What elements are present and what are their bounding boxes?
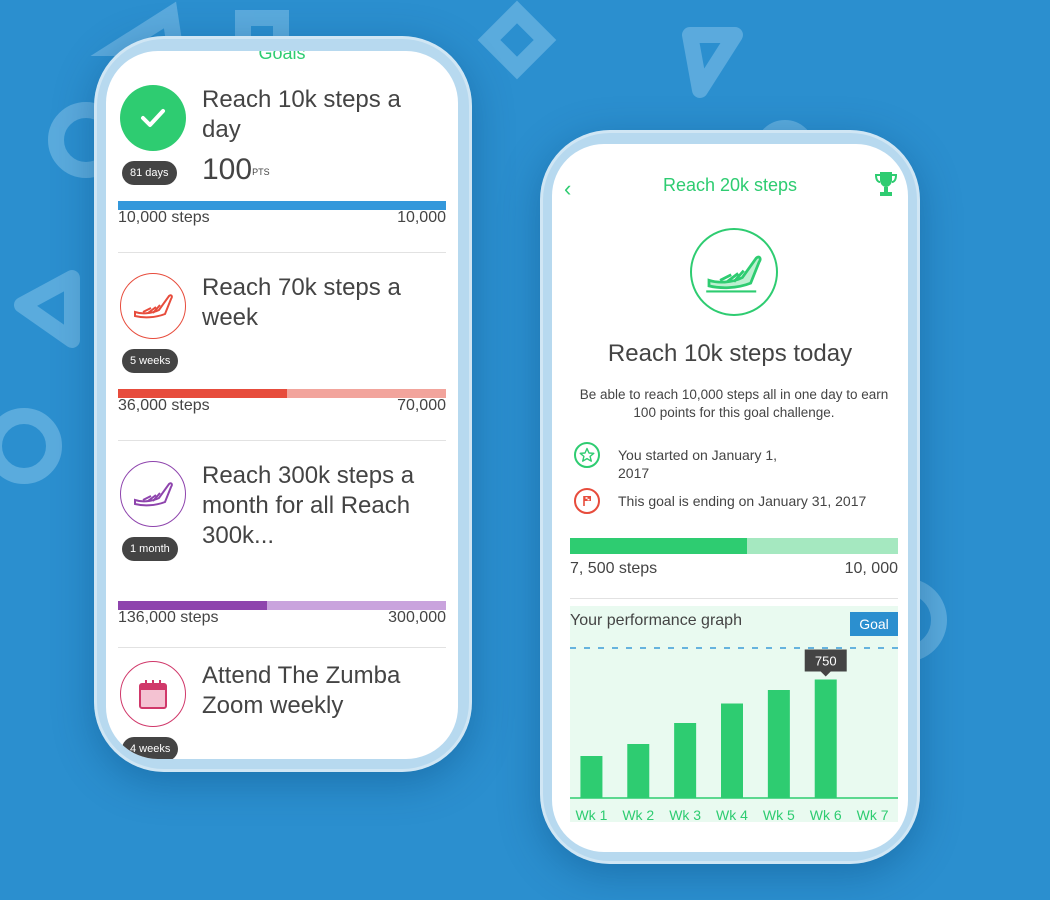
x-tick-label: Wk 3 — [669, 807, 701, 822]
tooltip-label: 750 — [815, 654, 837, 669]
performance-chart: Wk 1 Wk 2 Wk 3 Wk 4 Wk 5 Wk 6 750 Wk 7 — [570, 647, 898, 822]
divider — [118, 252, 446, 253]
progress-target: 70,000 — [397, 397, 446, 414]
chart-bar[interactable] — [580, 756, 603, 798]
x-tick-label: Wk 2 — [622, 807, 654, 822]
chart-bar[interactable] — [814, 679, 837, 799]
left-phone: Goals Reach 10k steps a day 81 days 100P… — [94, 36, 472, 772]
goal-points: 100PTS — [202, 155, 270, 185]
performance-graph: Wk 1 Wk 2 Wk 3 Wk 4 Wk 5 Wk 6 750 Wk 7 Your per… — [570, 606, 898, 822]
points-value: 100 — [202, 153, 253, 186]
right-phone: ‹ Reach 20k steps Reach 10k steps today … — [540, 130, 920, 864]
sneaker-icon — [120, 273, 186, 339]
duration-badge: 81 days — [122, 161, 177, 185]
progress-fill — [570, 538, 748, 554]
points-unit: PTS — [252, 167, 270, 177]
progress-current: 136,000 steps — [118, 609, 219, 626]
divider — [118, 647, 446, 648]
steps-progress-bar — [570, 538, 898, 554]
progress-labels: 10,000 steps 10,000 — [118, 209, 446, 227]
goal-detail-screen: ‹ Reach 20k steps Reach 10k steps today … — [552, 144, 908, 852]
duration-badge: 5 weeks — [122, 349, 179, 373]
divider — [570, 598, 898, 599]
chart-bar[interactable] — [674, 723, 697, 798]
duration-badge: 1 month — [122, 537, 178, 561]
progress-current: 7, 500 steps — [570, 560, 658, 577]
chart-bar[interactable] — [627, 744, 650, 798]
nav-title: Reach 20k steps — [662, 175, 798, 195]
divider — [118, 440, 446, 441]
duration-badge: 4 weeks — [122, 737, 179, 759]
progress-target: 300,000 — [388, 609, 446, 626]
goal-card-70k-week[interactable]: Reach 70k steps a week 5 weeks 36,000 st… — [118, 273, 446, 423]
goal-card-300k-month[interactable]: Reach 300k steps a month for all Reach 3… — [118, 461, 446, 631]
flag-icon — [574, 488, 600, 514]
progress-remaining — [747, 538, 898, 554]
star-icon — [574, 442, 600, 468]
x-tick-label: Wk 4 — [716, 807, 748, 822]
trophy-icon[interactable] — [874, 170, 898, 203]
goal-title: Reach 300k steps a month for all Reach 3… — [202, 462, 415, 549]
bar-tooltip: 750 — [804, 649, 847, 677]
checkmark-icon — [120, 85, 186, 151]
goal-title: Reach 10k steps a day — [202, 86, 401, 143]
graph-title: Your performance graph — [570, 612, 742, 629]
x-tick-label: Wk 5 — [763, 807, 795, 822]
progress-current: 10,000 steps — [118, 209, 210, 226]
goal-detail-title: Reach 10k steps today — [607, 340, 853, 367]
progress-target: 10, 000 — [844, 560, 898, 577]
goal-badge: Goal — [850, 612, 898, 636]
x-tick-label: Wk 1 — [575, 807, 607, 822]
progress-labels: 136,000 steps 300,000 — [118, 609, 446, 627]
x-tick-label: Wk 7 — [857, 807, 889, 822]
goal-card-10k-day[interactable]: Reach 10k steps a day 81 days 100PTS 10,… — [118, 85, 446, 235]
end-date-text: This goal is ending on January 31, 2017 — [618, 493, 867, 509]
goal-description: Be able to reach 10,000 steps all in one… — [579, 387, 889, 420]
progress-labels: 7, 500 steps 10, 000 — [570, 560, 898, 578]
sneaker-icon — [120, 461, 186, 527]
goal-title: Attend The Zumba Zoom weekly — [202, 662, 401, 719]
chart-bar[interactable] — [721, 703, 743, 799]
goals-header: Goals — [258, 51, 306, 63]
progress-labels: 36,000 steps 70,000 — [118, 397, 446, 415]
sneaker-icon — [690, 228, 778, 316]
x-tick-label: Wk 6 — [810, 807, 842, 822]
goal-card-zumba[interactable]: Attend The Zumba Zoom weekly 4 weeks — [118, 661, 446, 759]
calendar-icon — [120, 661, 186, 727]
start-date-text: You started on January 1, 2017 — [618, 447, 778, 481]
progress-target: 10,000 — [397, 209, 446, 226]
chart-bar[interactable] — [767, 690, 790, 798]
goals-list-screen: Goals Reach 10k steps a day 81 days 100P… — [106, 51, 458, 759]
goal-title: Reach 70k steps a week — [202, 274, 401, 331]
progress-current: 36,000 steps — [118, 397, 210, 414]
